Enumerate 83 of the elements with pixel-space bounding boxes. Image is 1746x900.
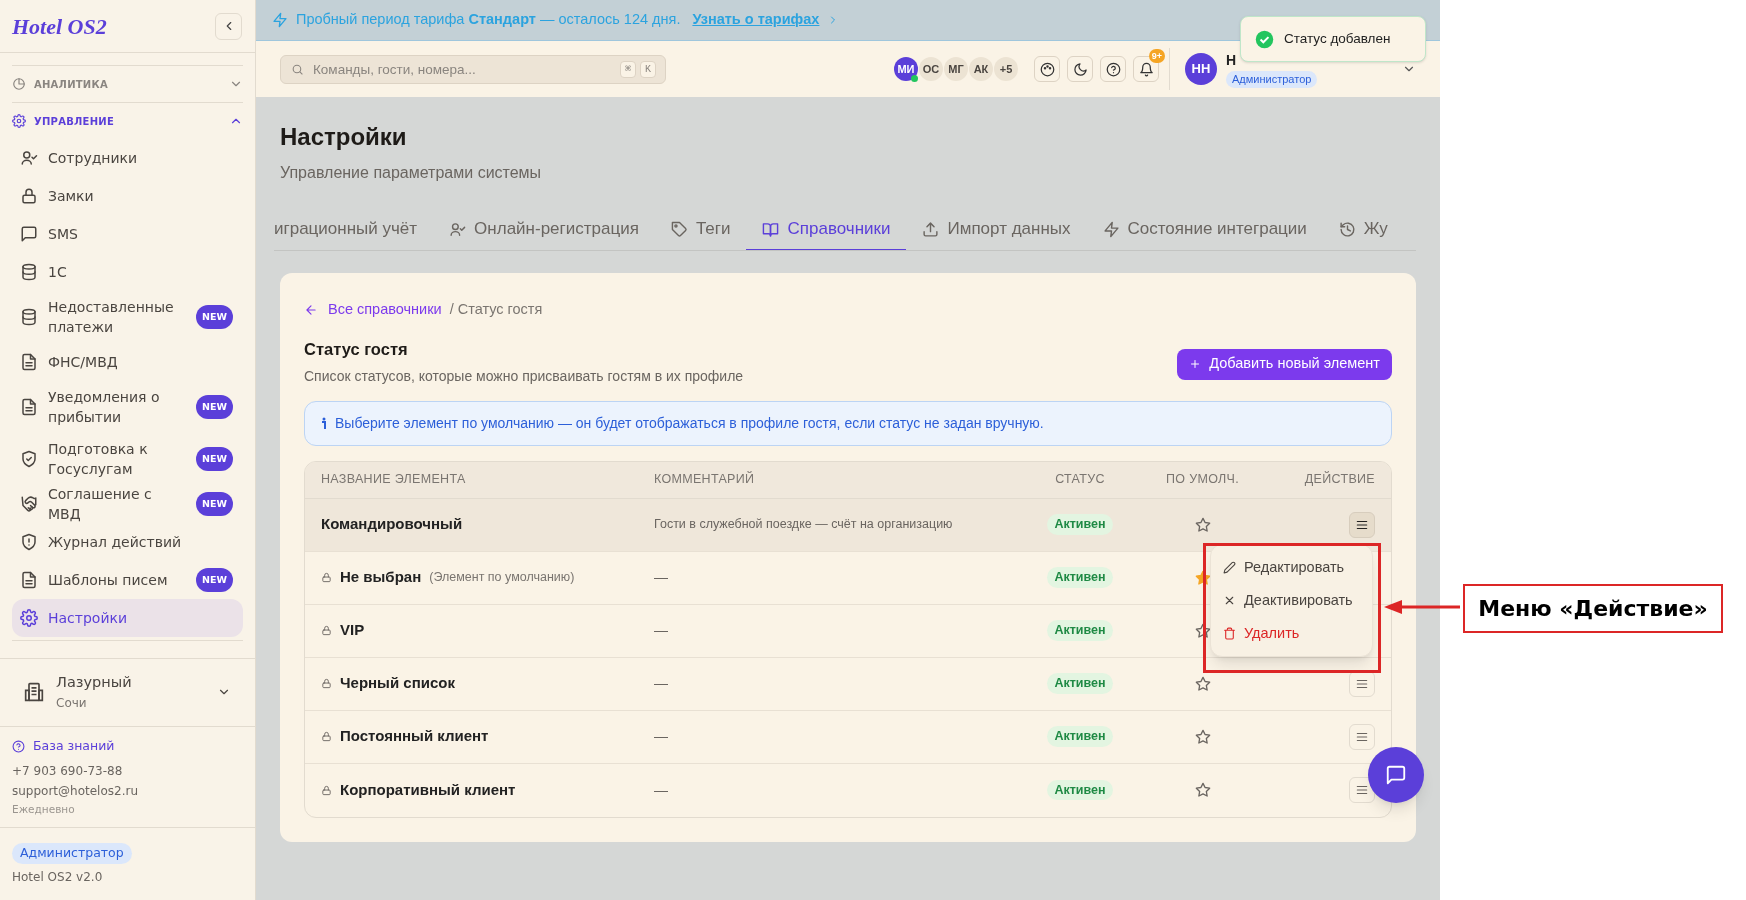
menu-item[interactable]: Редактировать (1211, 551, 1372, 584)
new-badge: NEW (196, 492, 233, 516)
settings-tab[interactable]: Жу (1322, 209, 1404, 250)
table-row[interactable]: Постоянный клиент — Активен (305, 710, 1391, 764)
user-name: Н (1226, 51, 1237, 71)
sidebar-item[interactable]: Недоставленные платежи NEW (12, 291, 243, 343)
sidebar-item[interactable]: 1С (12, 253, 243, 291)
add-element-button[interactable]: Добавить новый элемент (1177, 348, 1392, 380)
knowledge-base-link[interactable]: База знаний (12, 736, 243, 756)
page-title: Настройки (280, 122, 408, 152)
section-header[interactable]: УПРАВЛЕНИЕ (12, 103, 243, 139)
section-description: Список статусов, которые можно присваивать гостям в их профиле (304, 366, 744, 386)
section-title: Статус гостя (304, 338, 409, 360)
logo: Hotel OS2 (12, 12, 107, 41)
element-name: Корпоративный клиент (340, 779, 516, 800)
info-text: Выберите элемент по умолчанию — он будет отображаться в профиле гостя, если статус не задан вручную. (335, 413, 1044, 433)
sidebar-item[interactable]: ФНС/МВД (12, 343, 243, 381)
status-badge: Активен (1047, 620, 1113, 641)
new-badge: NEW (196, 395, 233, 419)
comment-cell-text: — (654, 621, 669, 640)
menu-item[interactable]: Удалить (1211, 617, 1372, 650)
breadcrumb-current: / Статус гостя (449, 300, 543, 319)
comment-cell-text: — (654, 727, 669, 746)
support-email: support@hotelos2.ru (12, 782, 140, 800)
settings-tab[interactable]: Состояние интеграции (1086, 209, 1323, 250)
trial-text: Пробный период тарифа Стандарт — осталось 124 дня. (296, 10, 681, 30)
user-role: Администратор (1226, 71, 1318, 88)
sidebar-item[interactable]: Журнал действий (12, 523, 243, 561)
support-hours: Ежедневно (12, 801, 76, 817)
column-header: НАЗВАНИЕ ЭЛЕМЕНТА (321, 471, 467, 489)
element-name: Не выбран (340, 567, 422, 588)
user-avatar[interactable]: НН (1185, 53, 1217, 85)
comment-cell-text: — (654, 780, 669, 800)
status-badge: Активен (1047, 726, 1113, 747)
more-avatars[interactable]: +5 (994, 57, 1018, 81)
status-badge: Активен (1047, 673, 1113, 694)
comment-cell-text: — (654, 568, 669, 587)
element-name: Постоянный клиент (340, 726, 489, 747)
sidebar-item[interactable]: Сотрудники (12, 139, 243, 177)
element-name: Черный список (340, 673, 455, 694)
page-subtitle: Управление параметрами системы (280, 163, 543, 183)
avatar[interactable]: АК (969, 57, 993, 81)
avatar[interactable]: ОС (919, 57, 943, 81)
annotation-label: Меню «Действие» (1463, 584, 1723, 633)
settings-tab[interactable]: Справочники (746, 209, 907, 250)
settings-tab[interactable]: Теги (654, 209, 747, 250)
status-badge: Активен (1047, 514, 1113, 535)
sidebar-item[interactable]: Соглашение с МВД NEW (12, 485, 243, 523)
avatar[interactable]: МГ (944, 57, 968, 81)
table-row[interactable]: Командировочный Гости в служебной поездке — счёт на организацию Активен (305, 498, 1391, 552)
new-badge: NEW (196, 447, 233, 471)
comment-cell-text: Гости в служебной поездке — счёт на организацию (654, 516, 954, 534)
sidebar-item[interactable]: Уведомления о прибытии NEW (12, 381, 243, 433)
new-badge: NEW (196, 305, 233, 329)
avatar[interactable]: МИ (894, 57, 918, 81)
back-link[interactable]: Все справочники (304, 299, 442, 321)
column-header: ДЕЙСТВИЕ (1304, 470, 1375, 489)
hotel-name: Лазурный (56, 673, 133, 693)
element-note: (Элемент по умолчанию) (429, 569, 575, 587)
comment-cell-text: — (654, 674, 669, 693)
new-badge: NEW (196, 568, 233, 592)
status-badge: Активен (1047, 779, 1113, 801)
sidebar-item[interactable]: Замки (12, 177, 243, 215)
settings-tab[interactable]: играционный учёт (274, 209, 434, 250)
sidebar-item[interactable]: Настройки (12, 599, 243, 637)
role-badge: Администратор (12, 843, 132, 864)
version-label: Hotel OS2 v2.0 (12, 869, 103, 886)
settings-tab[interactable]: Импорт данных (906, 209, 1087, 250)
column-header: ПО УМОЛЧ. (1166, 471, 1239, 489)
element-name: VIP (340, 620, 365, 641)
settings-tab[interactable]: Онлайн-регистрация (433, 209, 655, 250)
notification-count: 9+ (1148, 49, 1165, 63)
column-header: КОММЕНТАРИЙ (654, 470, 756, 489)
toast-message: Статус добавлен (1284, 29, 1391, 48)
column-header: СТАТУС (1055, 471, 1105, 489)
sidebar-item[interactable]: Шаблоны писем NEW (12, 561, 243, 599)
support-phone: +7 903 690-73-88 (12, 762, 124, 780)
table-row[interactable]: Черный список — Активен (305, 657, 1391, 711)
element-name: Командировочный (321, 514, 463, 535)
status-badge: Активен (1047, 567, 1113, 588)
sidebar-item[interactable]: SMS (12, 215, 243, 253)
hotel-city: Сочи (56, 695, 88, 713)
sidebar-item[interactable]: Подготовка к Госуслугам NEW (12, 433, 243, 485)
